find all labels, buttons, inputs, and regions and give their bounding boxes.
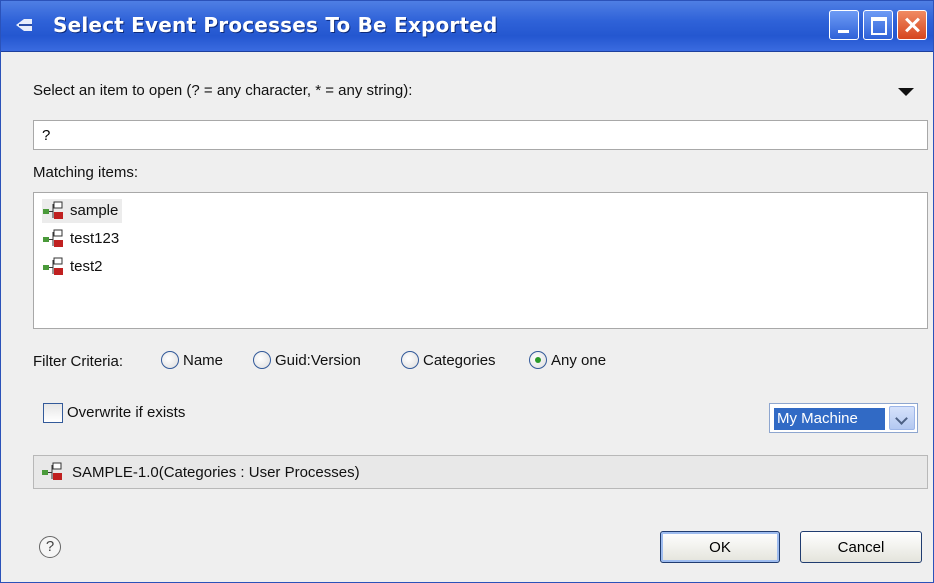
item-label: sample bbox=[70, 202, 119, 220]
prompt-label: Select an item to open (? = any characte… bbox=[33, 82, 413, 99]
cancel-button[interactable]: Cancel bbox=[800, 531, 922, 563]
minimize-button[interactable] bbox=[829, 10, 859, 40]
chevron-down-icon[interactable] bbox=[889, 406, 915, 430]
process-tree-icon bbox=[42, 462, 62, 480]
process-tree-icon bbox=[43, 201, 63, 220]
target-machine-value: My Machine bbox=[774, 408, 885, 430]
window-title: Select Event Processes To Be Exported bbox=[53, 13, 498, 37]
overwrite-checkbox[interactable] bbox=[43, 403, 63, 423]
ok-button[interactable]: OK bbox=[660, 531, 780, 563]
radio-circle[interactable] bbox=[161, 351, 179, 369]
list-item[interactable]: sample bbox=[42, 199, 123, 223]
filter-criteria-label: Filter Criteria: bbox=[33, 353, 124, 370]
radio-label: Name bbox=[183, 352, 224, 369]
status-bar: SAMPLE-1.0(Categories : User Processes) bbox=[33, 455, 928, 489]
radio-label: Guid:Version bbox=[275, 352, 361, 369]
radio-circle[interactable] bbox=[401, 351, 419, 369]
status-text: SAMPLE-1.0(Categories : User Processes) bbox=[72, 464, 360, 481]
target-machine-select[interactable]: My Machine bbox=[769, 403, 918, 433]
radio-circle[interactable] bbox=[253, 351, 271, 369]
eclipse-icon bbox=[16, 19, 32, 31]
matching-items-label: Matching items: bbox=[33, 164, 139, 181]
overwrite-label: Overwrite if exists bbox=[67, 404, 186, 421]
item-label: test123 bbox=[70, 230, 120, 248]
title-bar[interactable]: Select Event Processes To Be Exported bbox=[1, 1, 933, 52]
help-icon[interactable]: ? bbox=[39, 536, 61, 558]
radio-label: Categories bbox=[423, 352, 496, 369]
radio-label: Any one bbox=[551, 352, 607, 369]
list-item[interactable]: test2 bbox=[42, 255, 107, 279]
process-tree-icon bbox=[43, 229, 63, 248]
close-button[interactable] bbox=[897, 10, 927, 40]
view-menu-arrow-icon[interactable] bbox=[898, 88, 914, 96]
pattern-input[interactable] bbox=[33, 120, 928, 150]
radio-circle[interactable] bbox=[529, 351, 547, 369]
matching-items-list[interactable]: sample test123 test2 bbox=[33, 192, 928, 329]
process-tree-icon bbox=[43, 257, 63, 276]
dialog-window: Select Event Processes To Be Exported Se… bbox=[0, 0, 934, 583]
maximize-button[interactable] bbox=[863, 10, 893, 40]
item-label: test2 bbox=[70, 258, 103, 276]
list-item[interactable]: test123 bbox=[42, 227, 123, 251]
